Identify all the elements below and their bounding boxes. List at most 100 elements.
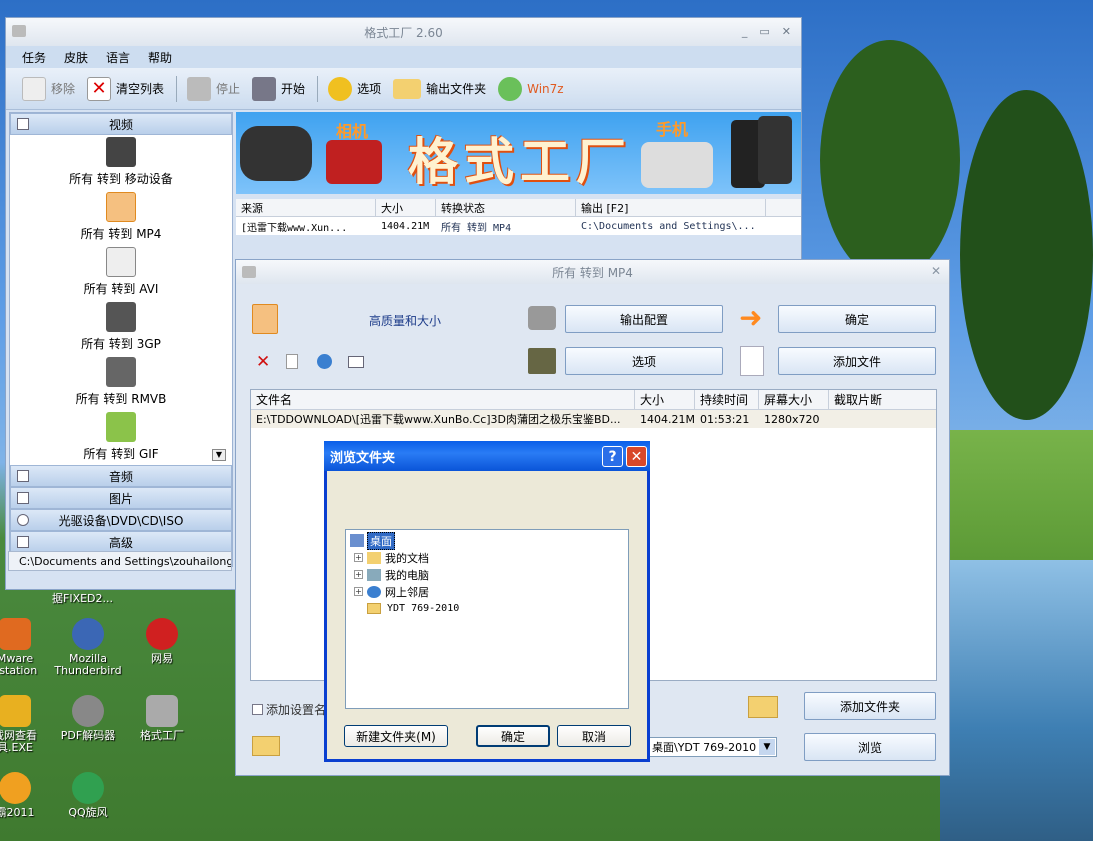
remove-button[interactable]: 移除	[22, 76, 75, 101]
add-setting-checkbox[interactable]: 添加设置名	[252, 701, 326, 718]
section-advanced[interactable]: 高级	[10, 531, 232, 553]
format-avi[interactable]: 所有 转到 AVI	[10, 245, 232, 300]
output-folder-button[interactable]: 输出文件夹	[393, 78, 486, 99]
camera-settings-icon	[528, 306, 556, 330]
banner-camera-label: 相机	[336, 122, 369, 141]
chevron-down-icon[interactable]: ▼	[759, 739, 775, 755]
browse-titlebar[interactable]: 浏览文件夹 ? ✕	[324, 441, 650, 471]
col-filename[interactable]: 文件名	[251, 390, 635, 409]
desktop-icon-app[interactable]: 载网查看 具.EXE	[0, 695, 55, 754]
desktop-icon-vmware[interactable]: Mware xstation	[0, 618, 55, 677]
tree-item-ydt[interactable]: YDT 769-2010	[346, 600, 628, 617]
desktop-icon-qq[interactable]: QQ旋风	[48, 772, 128, 819]
desktop-icon-formatfactory[interactable]: 格式工厂	[122, 695, 202, 742]
menu-help[interactable]: 帮助	[148, 49, 172, 66]
audio-section-icon	[17, 470, 29, 482]
section-audio[interactable]: 音频	[10, 465, 232, 487]
ok-button[interactable]: 确定	[778, 305, 936, 333]
close-button[interactable]: ✕	[626, 446, 647, 467]
win7z-icon	[498, 76, 523, 101]
win7z-button[interactable]: Win7z	[498, 76, 564, 101]
main-titlebar[interactable]: 格式工厂 2.60 _ ▭ ✕	[6, 18, 801, 46]
col-output[interactable]: 输出 [F2]	[576, 199, 766, 216]
desktop-icon-pdf[interactable]: PDF解码器	[48, 695, 128, 742]
start-button[interactable]: 开始	[252, 76, 305, 101]
desktop-icon-thunderbird[interactable]: Mozilla Thunderbird	[48, 618, 128, 677]
col-resolution[interactable]: 屏幕大小	[759, 390, 829, 409]
mobile-device-icon	[106, 137, 136, 167]
status-bar: C:\Documents and Settings\zouhailong\My	[8, 551, 232, 571]
expand-icon[interactable]: +	[354, 587, 363, 596]
folder-add-icon	[748, 696, 778, 718]
desktop-icon-netease[interactable]: 网易	[122, 618, 202, 665]
tree-item-desktop[interactable]: 桌面	[346, 531, 628, 550]
menu-task[interactable]: 任务	[22, 49, 46, 66]
network-icon	[367, 585, 381, 598]
col-source[interactable]: 来源	[236, 199, 376, 216]
expand-icon[interactable]: +	[354, 570, 363, 579]
banner-phone-label: 手机	[656, 120, 689, 139]
add-folder-button[interactable]: 添加文件夹	[804, 692, 936, 720]
remove-file-icon[interactable]	[286, 354, 298, 369]
menu-skin[interactable]: 皮肤	[64, 49, 88, 66]
table-row[interactable]: [迅雷下载www.Xun... 1404.21M 所有 转到 MP4 C:\Do…	[236, 217, 801, 235]
col-size[interactable]: 大小	[635, 390, 695, 409]
ok-button[interactable]: 确定	[476, 725, 550, 747]
expand-icon[interactable]: +	[354, 553, 363, 562]
options-button[interactable]: 选项	[328, 76, 381, 101]
tree-item-network[interactable]: + 网上邻居	[346, 583, 628, 600]
delete-icon[interactable]: ✕	[256, 352, 270, 372]
camera-icon	[326, 140, 382, 184]
format-mobile[interactable]: 所有 转到 移动设备	[10, 135, 232, 190]
new-folder-button[interactable]: 新建文件夹(M)	[344, 725, 448, 747]
options-button[interactable]: 选项	[565, 347, 723, 375]
minimize-button[interactable]: _	[742, 25, 748, 38]
documents-icon	[367, 551, 381, 564]
col-status[interactable]: 转换状态	[436, 199, 576, 216]
folder-icon	[252, 736, 280, 756]
stop-button[interactable]: 停止	[187, 76, 240, 101]
clear-list-button[interactable]: ✕ 清空列表	[87, 76, 164, 101]
col-clip[interactable]: 截取片断	[829, 390, 936, 409]
section-image[interactable]: 图片	[10, 487, 232, 509]
col-size[interactable]: 大小	[376, 199, 436, 216]
scroll-down-icon[interactable]: ▼	[212, 449, 226, 461]
format-mp4[interactable]: 所有 转到 MP4	[10, 190, 232, 245]
remove-icon	[22, 76, 46, 101]
rmvb-icon	[106, 357, 136, 387]
tree-item-my-documents[interactable]: + 我的文档	[346, 549, 628, 566]
section-video[interactable]: 视频	[10, 113, 232, 135]
close-button[interactable]: ✕	[782, 25, 791, 38]
output-config-button[interactable]: 输出配置	[565, 305, 723, 333]
format-3gp[interactable]: 所有 转到 3GP	[10, 300, 232, 355]
col-duration[interactable]: 持续时间	[695, 390, 759, 409]
vmware-icon	[0, 618, 31, 650]
convert-titlebar[interactable]: 所有 转到 MP4 ✕	[236, 260, 949, 284]
maximize-button[interactable]: ▭	[759, 25, 769, 38]
help-button[interactable]: ?	[602, 446, 623, 467]
browse-button[interactable]: 浏览	[804, 733, 936, 761]
camcorder-icon	[240, 126, 312, 181]
cancel-button[interactable]: 取消	[557, 725, 631, 747]
computer-icon	[367, 568, 381, 581]
play-icon[interactable]	[317, 354, 332, 369]
section-optical[interactable]: 光驱设备\DVD\CD\ISO	[10, 509, 232, 531]
arrow-right-icon: ➜	[739, 301, 763, 334]
mp4-icon	[106, 192, 136, 222]
format-gif[interactable]: 所有 转到 GIF ▼	[10, 410, 232, 465]
table-row[interactable]: E:\TDDOWNLOAD\[迅雷下载www.XunBo.Cc]3D肉蒲团之极乐…	[251, 410, 936, 428]
format-rmvb[interactable]: 所有 转到 RMVB	[10, 355, 232, 410]
close-button[interactable]: ✕	[931, 264, 941, 278]
info-icon[interactable]	[348, 356, 364, 368]
gif-icon	[106, 412, 136, 442]
add-file-button[interactable]: 添加文件	[778, 347, 936, 375]
desktop-icon	[350, 534, 364, 547]
app-icon	[0, 695, 31, 727]
toolbar: 移除 ✕ 清空列表 停止 开始 选项 输出文件夹 Win7z	[6, 68, 801, 110]
output-path-select[interactable]: 桌面\YDT 769-2010 ▼	[649, 737, 777, 757]
menu-language[interactable]: 语言	[106, 49, 130, 66]
image-section-icon	[17, 492, 29, 504]
tree-item-my-computer[interactable]: + 我的电脑	[346, 566, 628, 583]
folder-tree: 桌面 + 我的文档 + 我的电脑 + 网上邻居 YDT 769-2010	[345, 529, 629, 709]
desktop-icon-game[interactable]: 霸2011	[0, 772, 55, 819]
